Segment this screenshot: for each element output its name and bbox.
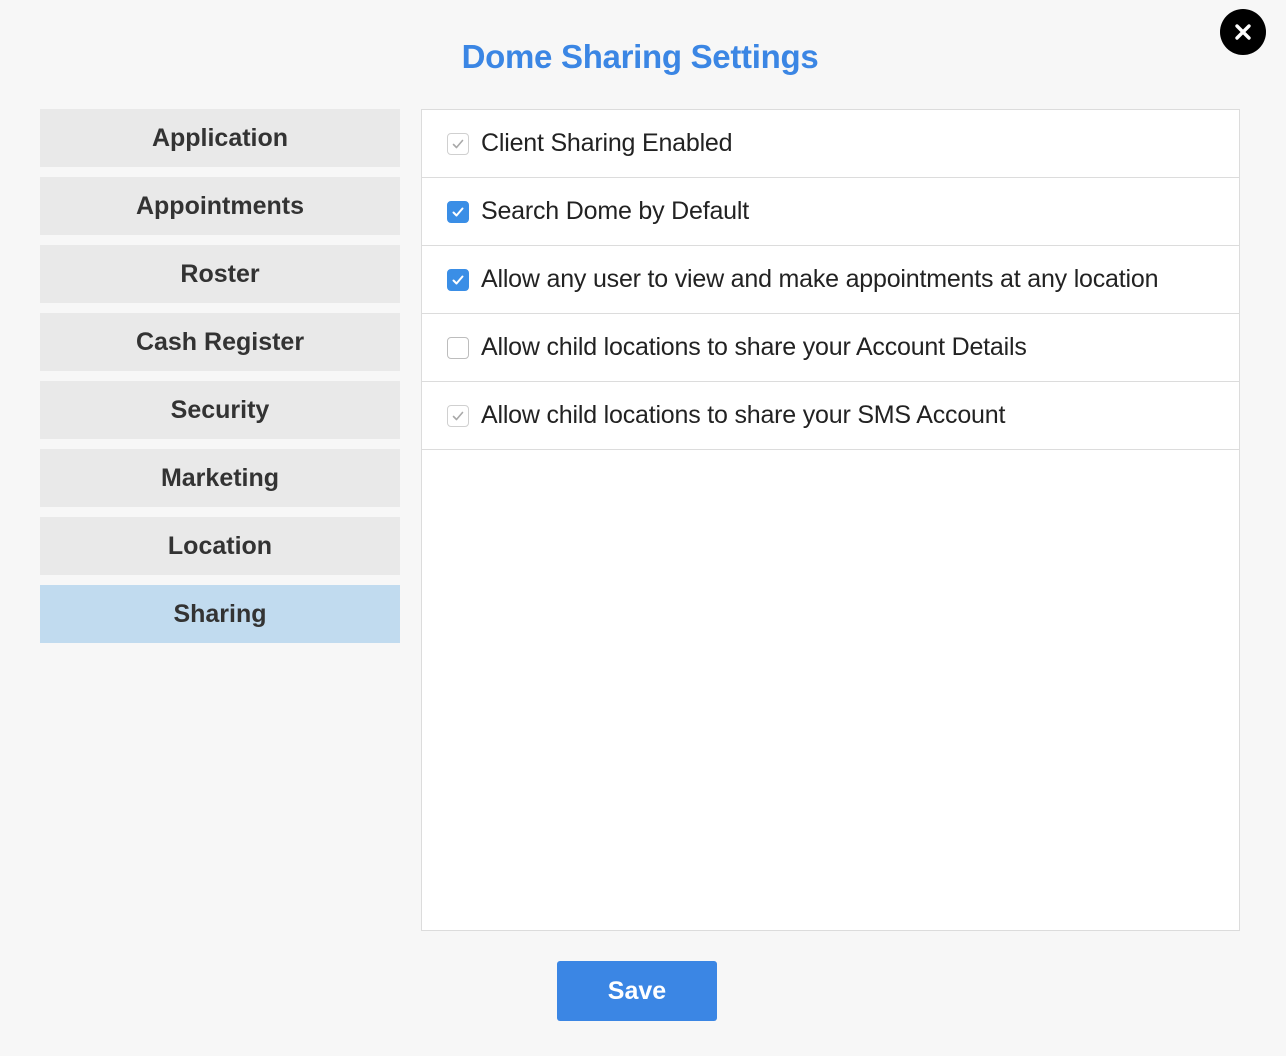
any-user-appointments-checkbox[interactable]: [447, 268, 469, 291]
option-row-client-sharing: Client Sharing Enabled: [422, 110, 1239, 178]
sidebar-item-label: Appointments: [135, 191, 305, 220]
client-sharing-checkbox[interactable]: [447, 132, 469, 155]
option-row-search-dome: Search Dome by Default: [422, 178, 1239, 246]
option-row-any-user-appointments: Allow any user to view and make appointm…: [422, 246, 1239, 314]
save-button[interactable]: Save: [557, 961, 717, 1021]
share-account-details-checkbox[interactable]: [447, 336, 469, 359]
sidebar-item-security[interactable]: Security: [40, 381, 400, 439]
close-button[interactable]: [1220, 9, 1266, 55]
sidebar-item-location[interactable]: Location: [40, 517, 400, 575]
sidebar-item-label: Application: [151, 123, 289, 152]
sidebar-item-cash-register[interactable]: Cash Register: [40, 313, 400, 371]
sidebar-item-label: Security: [170, 395, 270, 424]
sidebar-item-label: Roster: [180, 259, 260, 288]
share-sms-account-checkbox[interactable]: [447, 404, 469, 427]
settings-sidebar: Application Appointments Roster Cash Reg…: [40, 109, 400, 653]
option-label: Client Sharing Enabled: [481, 129, 733, 157]
option-label: Allow child locations to share your Acco…: [481, 333, 1027, 361]
search-dome-checkbox[interactable]: [447, 200, 469, 223]
sidebar-item-label: Sharing: [173, 599, 267, 628]
checkmark-icon: [452, 207, 464, 216]
option-label: Allow any user to view and make appointm…: [481, 265, 1159, 293]
sidebar-item-appointments[interactable]: Appointments: [40, 177, 400, 235]
sidebar-item-label: Cash Register: [135, 327, 305, 356]
sidebar-item-roster[interactable]: Roster: [40, 245, 400, 303]
dialog-title: Dome Sharing Settings: [461, 38, 819, 75]
sidebar-item-label: Marketing: [160, 463, 280, 492]
sidebar-item-sharing[interactable]: Sharing: [40, 585, 400, 643]
sidebar-item-label: Location: [167, 531, 273, 560]
option-row-share-sms-account: Allow child locations to share your SMS …: [422, 382, 1239, 450]
sidebar-item-marketing[interactable]: Marketing: [40, 449, 400, 507]
close-icon: [1235, 24, 1251, 40]
checkmark-icon: [452, 411, 464, 420]
sidebar-item-application[interactable]: Application: [40, 109, 400, 167]
sharing-settings-panel: Client Sharing Enabled Search Dome by De…: [421, 109, 1240, 931]
option-label: Allow child locations to share your SMS …: [481, 401, 1006, 429]
option-label: Search Dome by Default: [481, 197, 749, 225]
checkmark-icon: [452, 139, 464, 148]
option-row-share-account-details: Allow child locations to share your Acco…: [422, 314, 1239, 382]
checkmark-icon: [452, 275, 464, 284]
